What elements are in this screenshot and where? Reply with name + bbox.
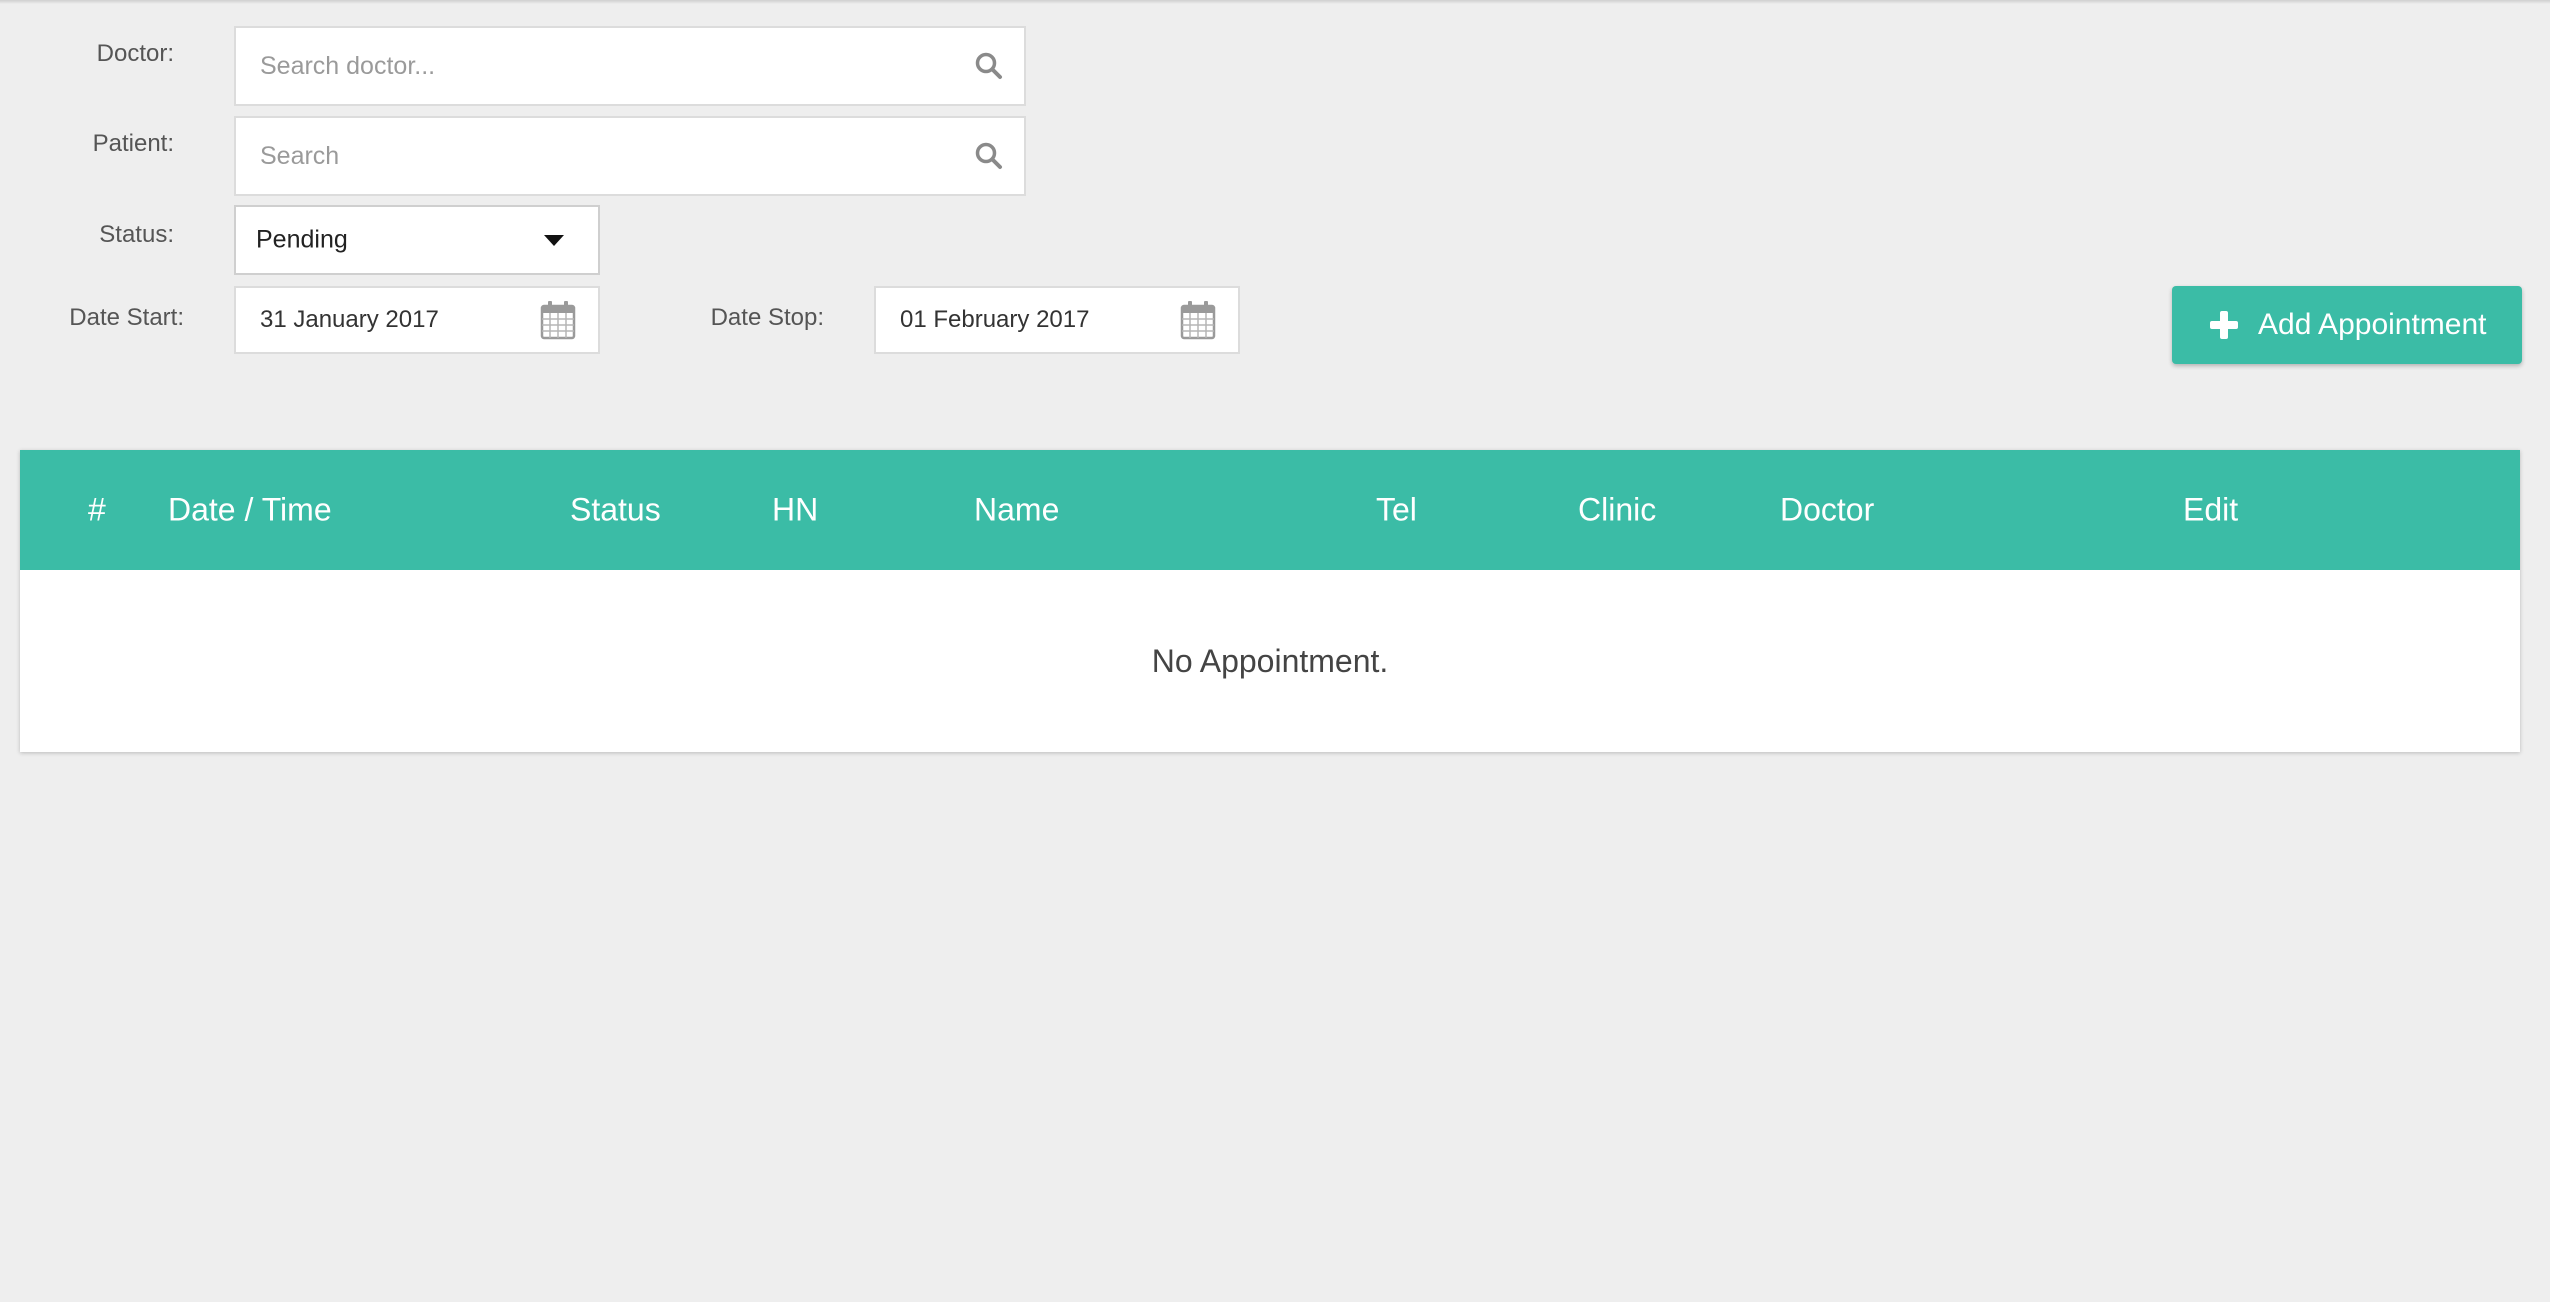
column-header-edit[interactable]: Edit [2183, 492, 2238, 529]
search-icon[interactable] [974, 141, 1004, 171]
calendar-icon[interactable] [540, 300, 576, 340]
calendar-icon[interactable] [1180, 300, 1216, 340]
date-stop-value: 01 February 2017 [900, 306, 1090, 333]
date-stop-label: Date Stop: [710, 304, 824, 331]
column-header-hn[interactable]: HN [772, 492, 818, 529]
status-selected-value: Pending [256, 225, 348, 254]
column-header-doctor[interactable]: Doctor [1780, 492, 1874, 529]
add-appointment-button[interactable]: Add Appointment [2172, 286, 2522, 364]
column-header-status[interactable]: Status [570, 492, 661, 529]
search-icon[interactable] [974, 51, 1004, 81]
date-stop-picker[interactable]: 01 February 2017 [874, 286, 1240, 354]
column-header-date-time[interactable]: Date / Time [168, 492, 332, 529]
doctor-label: Doctor: [96, 40, 174, 67]
date-start-label: Date Start: [69, 304, 184, 331]
column-header-name[interactable]: Name [974, 492, 1059, 529]
patient-search-input[interactable] [236, 118, 1024, 194]
caret-down-icon[interactable] [544, 235, 564, 246]
plus-icon [2210, 311, 2238, 339]
date-start-picker[interactable]: 31 January 2017 [234, 286, 600, 354]
table-header-row: # Date / Time Status HN Name Tel Clinic … [20, 450, 2520, 570]
status-label: Status: [99, 221, 174, 248]
column-header-number[interactable]: # [88, 492, 106, 529]
add-appointment-label: Add Appointment [2258, 308, 2487, 341]
patient-label: Patient: [92, 130, 174, 157]
empty-table-message: No Appointment. [1151, 642, 1389, 679]
column-header-tel[interactable]: Tel [1376, 492, 1417, 529]
doctor-search-box[interactable] [234, 26, 1026, 106]
date-start-value: 31 January 2017 [260, 306, 439, 333]
patient-search-box[interactable] [234, 116, 1026, 196]
status-select[interactable]: Pending [234, 205, 600, 275]
top-shadow [0, 0, 2550, 4]
column-header-clinic[interactable]: Clinic [1578, 492, 1656, 529]
doctor-search-input[interactable] [236, 28, 1024, 104]
appointments-table: # Date / Time Status HN Name Tel Clinic … [20, 450, 2520, 752]
